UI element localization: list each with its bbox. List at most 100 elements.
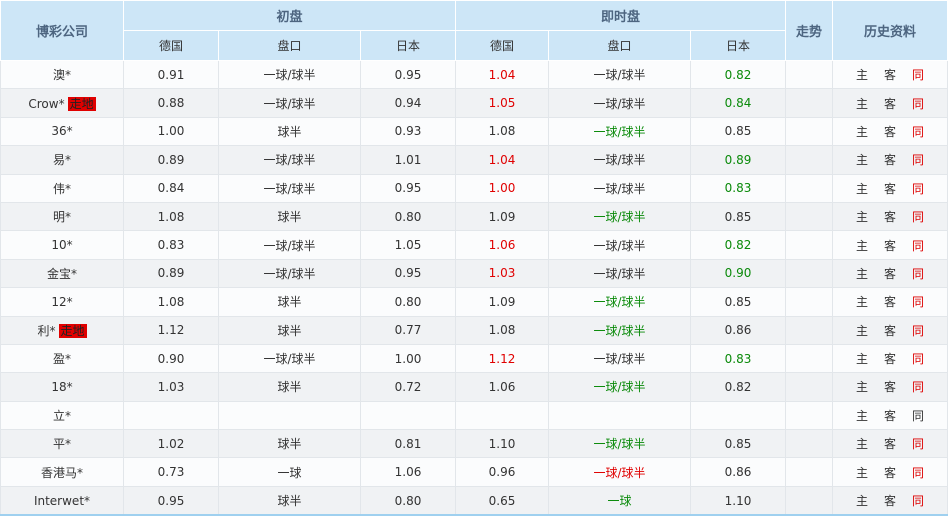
initial-handicap: 球半: [218, 485, 361, 516]
history-away-link[interactable]: 客: [876, 464, 904, 481]
history-home-link[interactable]: 主: [848, 492, 876, 509]
history-away-link[interactable]: 客: [876, 265, 904, 282]
trend-cell[interactable]: [785, 315, 834, 345]
company-name[interactable]: 18*: [51, 380, 72, 394]
trend-cell[interactable]: [785, 485, 834, 516]
trend-cell[interactable]: [785, 429, 834, 459]
history-same-link[interactable]: 同: [904, 492, 932, 509]
history-away-link[interactable]: 客: [876, 180, 904, 197]
trend-cell[interactable]: [785, 201, 834, 232]
history-away-link[interactable]: 客: [876, 378, 904, 395]
live-away: 0.85: [689, 116, 787, 147]
table-row: 香港马* 0.73 一球 1.06 0.96 一球/球半 0.86 主客同: [0, 457, 949, 487]
header-initial: 初盘: [123, 0, 456, 31]
history-same-link[interactable]: 同: [904, 66, 932, 83]
history-away-link[interactable]: 客: [876, 151, 904, 168]
company-name[interactable]: 立*: [53, 409, 71, 423]
company-name[interactable]: 伟*: [53, 182, 71, 196]
initial-away: 1.06: [360, 457, 456, 487]
history-away-link[interactable]: 客: [876, 123, 904, 140]
trend-cell[interactable]: [785, 88, 834, 118]
live-home: 1.00: [455, 173, 549, 203]
trend-cell[interactable]: [785, 230, 834, 260]
initial-home: 1.03: [123, 372, 219, 402]
table-row: 伟* 0.84 一球/球半 0.95 1.00 一球/球半 0.83 主客同: [0, 173, 949, 203]
history-home-link[interactable]: 主: [848, 464, 876, 481]
company-name[interactable]: 香港马*: [41, 466, 83, 480]
history-home-link[interactable]: 主: [848, 407, 876, 424]
history-same-link[interactable]: 同: [904, 237, 932, 254]
history-same-link[interactable]: 同: [904, 180, 932, 197]
company-name[interactable]: 易*: [53, 153, 71, 167]
history-home-link[interactable]: 主: [848, 350, 876, 367]
initial-handicap: 球半: [218, 116, 361, 147]
history-same-link[interactable]: 同: [904, 151, 932, 168]
initial-away: [360, 400, 456, 431]
history-same-link[interactable]: 同: [904, 208, 932, 225]
live-home: 1.06: [455, 230, 549, 260]
company-name[interactable]: 金宝*: [47, 267, 77, 281]
trend-cell[interactable]: [785, 372, 834, 402]
trend-cell[interactable]: [785, 400, 834, 431]
initial-handicap: 球半: [218, 429, 361, 459]
live-handicap: 一球/球半: [548, 173, 691, 203]
history-away-link[interactable]: 客: [876, 95, 904, 112]
history-away-link[interactable]: 客: [876, 237, 904, 254]
history-home-link[interactable]: 主: [848, 95, 876, 112]
history-same-link[interactable]: 同: [904, 123, 932, 140]
history-away-link[interactable]: 客: [876, 407, 904, 424]
live-away: 0.82: [689, 59, 787, 90]
table-row: 36* 1.00 球半 0.93 1.08 一球/球半 0.85 主客同: [0, 116, 949, 147]
history-same-link[interactable]: 同: [904, 435, 932, 452]
live-home: 1.09: [455, 201, 549, 232]
history-same-link[interactable]: 同: [904, 407, 932, 424]
trend-cell[interactable]: [785, 343, 834, 374]
history-same-link[interactable]: 同: [904, 350, 932, 367]
history-same-link[interactable]: 同: [904, 464, 932, 481]
history-away-link[interactable]: 客: [876, 66, 904, 83]
history-away-link[interactable]: 客: [876, 322, 904, 339]
history-home-link[interactable]: 主: [848, 123, 876, 140]
history-home-link[interactable]: 主: [848, 265, 876, 282]
trend-cell[interactable]: [785, 258, 834, 289]
history-same-link[interactable]: 同: [904, 322, 932, 339]
trend-cell[interactable]: [785, 145, 834, 175]
initial-home: 0.89: [123, 258, 219, 289]
history-away-link[interactable]: 客: [876, 350, 904, 367]
trend-cell[interactable]: [785, 59, 834, 90]
trend-cell[interactable]: [785, 457, 834, 487]
company-name[interactable]: 利*: [37, 324, 55, 338]
company-name[interactable]: 10*: [51, 238, 72, 252]
history-home-link[interactable]: 主: [848, 66, 876, 83]
history-home-link[interactable]: 主: [848, 208, 876, 225]
live-handicap: 一球/球半: [548, 145, 691, 175]
history-away-link[interactable]: 客: [876, 435, 904, 452]
trend-cell[interactable]: [785, 287, 834, 317]
company-name[interactable]: 明*: [53, 210, 71, 224]
company-name[interactable]: 盈*: [53, 352, 71, 366]
history-home-link[interactable]: 主: [848, 180, 876, 197]
history-away-link[interactable]: 客: [876, 293, 904, 310]
history-same-link[interactable]: 同: [904, 378, 932, 395]
company-name[interactable]: 平*: [53, 437, 71, 451]
initial-handicap: 一球/球半: [218, 145, 361, 175]
history-away-link[interactable]: 客: [876, 492, 904, 509]
history-home-link[interactable]: 主: [848, 293, 876, 310]
company-name[interactable]: 36*: [51, 124, 72, 138]
history-away-link[interactable]: 客: [876, 208, 904, 225]
company-name[interactable]: Crow*: [28, 97, 64, 111]
history-same-link[interactable]: 同: [904, 265, 932, 282]
history-home-link[interactable]: 主: [848, 378, 876, 395]
history-home-link[interactable]: 主: [848, 322, 876, 339]
company-name[interactable]: 12*: [51, 295, 72, 309]
trend-cell[interactable]: [785, 173, 834, 203]
history-same-link[interactable]: 同: [904, 293, 932, 310]
company-name[interactable]: 澳*: [53, 68, 71, 82]
live-home: 1.08: [455, 116, 549, 147]
history-home-link[interactable]: 主: [848, 237, 876, 254]
history-home-link[interactable]: 主: [848, 151, 876, 168]
history-home-link[interactable]: 主: [848, 435, 876, 452]
company-name[interactable]: Interwet*: [34, 494, 90, 508]
history-same-link[interactable]: 同: [904, 95, 932, 112]
trend-cell[interactable]: [785, 116, 834, 147]
